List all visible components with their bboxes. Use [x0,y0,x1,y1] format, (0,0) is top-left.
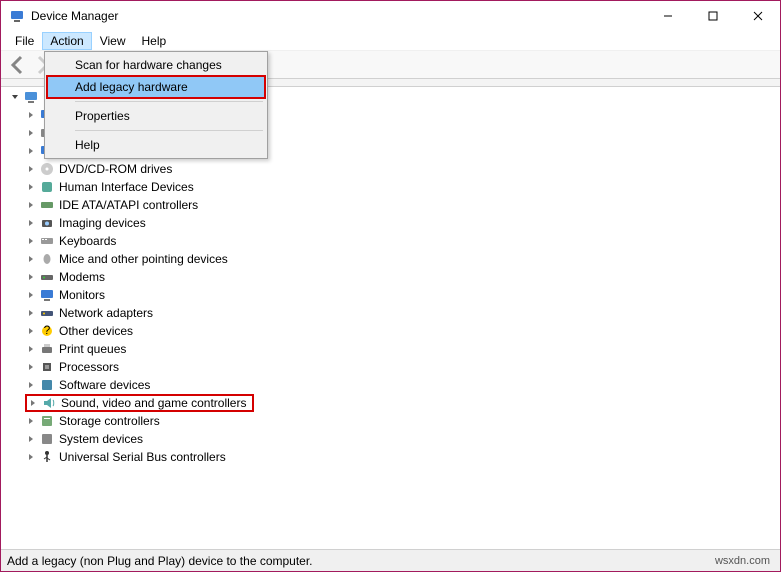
tree-node[interactable]: Software devices [7,376,774,394]
tree-node-label: Print queues [59,342,126,356]
status-text: Add a legacy (non Plug and Play) device … [7,554,313,568]
expander-closed-icon[interactable] [25,343,37,355]
disc-icon [39,161,55,177]
expander-closed-icon[interactable] [27,397,39,409]
close-button[interactable] [735,1,780,31]
tree-node[interactable]: IDE ATA/ATAPI controllers [7,196,774,214]
expander-closed-icon[interactable] [25,451,37,463]
maximize-button[interactable] [690,1,735,31]
action-dropdown: Scan for hardware changes Add legacy har… [44,51,268,159]
usb-icon [39,449,55,465]
dropdown-scan-hardware[interactable]: Scan for hardware changes [47,54,265,76]
app-icon [9,8,25,24]
computer-root-icon [23,89,39,105]
expander-closed-icon[interactable] [25,433,37,445]
expander-closed-icon[interactable] [25,145,37,157]
menu-help[interactable]: Help [134,32,175,50]
tree-node-label: Mice and other pointing devices [59,252,228,266]
hid-icon [39,179,55,195]
expander-closed-icon[interactable] [25,307,37,319]
monitor-icon [39,287,55,303]
back-button[interactable] [5,53,29,77]
tree-node[interactable]: Storage controllers [7,412,774,430]
tree-node-label: DVD/CD-ROM drives [59,162,172,176]
expander-closed-icon[interactable] [25,289,37,301]
tree-node-label: Universal Serial Bus controllers [59,450,226,464]
tree-node-label: Software devices [59,378,150,392]
tree-node-label: Sound, video and game controllers [61,396,246,410]
tree-node-label: Monitors [59,288,105,302]
menubar: File Action View Help [1,31,780,51]
tree-node-label: Modems [59,270,105,284]
tree-node-label: Human Interface Devices [59,180,194,194]
statusbar: Add a legacy (non Plug and Play) device … [1,549,780,571]
tree-node-label: Processors [59,360,119,374]
expander-open-icon[interactable] [9,91,21,103]
tree-node[interactable]: Sound, video and game controllers [7,394,774,412]
tree-node-label: Network adapters [59,306,153,320]
tree-node[interactable]: Monitors [7,286,774,304]
tree-node[interactable]: System devices [7,430,774,448]
sound-icon [41,395,57,411]
network-icon [39,305,55,321]
tree-node[interactable]: Network adapters [7,304,774,322]
expander-closed-icon[interactable] [25,181,37,193]
ide-icon [39,197,55,213]
tree-node[interactable]: Print queues [7,340,774,358]
tree-node[interactable]: Mice and other pointing devices [7,250,774,268]
menu-action[interactable]: Action [42,32,91,50]
software-icon [39,377,55,393]
window-title: Device Manager [31,9,118,23]
tree-node[interactable]: Imaging devices [7,214,774,232]
tree-node-label: Other devices [59,324,133,338]
tree-node-label: Imaging devices [59,216,146,230]
keyboard-icon [39,233,55,249]
expander-closed-icon[interactable] [25,361,37,373]
dropdown-help[interactable]: Help [47,134,265,156]
tree-node-label: Storage controllers [59,414,160,428]
expander-closed-icon[interactable] [25,217,37,229]
storage-icon [39,413,55,429]
svg-text:?: ? [44,323,51,337]
tree-node[interactable]: ? Other devices [7,322,774,340]
expander-closed-icon[interactable] [25,379,37,391]
dropdown-separator [75,130,263,131]
tree-node-label: System devices [59,432,143,446]
tree-node-label: Keyboards [59,234,116,248]
expander-closed-icon[interactable] [25,127,37,139]
minimize-button[interactable] [645,1,690,31]
expander-closed-icon[interactable] [25,163,37,175]
tree-node[interactable]: Modems [7,268,774,286]
system-icon [39,431,55,447]
menu-view[interactable]: View [92,32,134,50]
tree-node[interactable]: Human Interface Devices [7,178,774,196]
expander-closed-icon[interactable] [25,253,37,265]
tree-node[interactable]: Processors [7,358,774,376]
mouse-icon [39,251,55,267]
expander-closed-icon[interactable] [25,109,37,121]
modem-icon [39,269,55,285]
expander-closed-icon[interactable] [25,325,37,337]
other-icon: ? [39,323,55,339]
tree-node[interactable]: DVD/CD-ROM drives [7,160,774,178]
tree-node[interactable]: Universal Serial Bus controllers [7,448,774,466]
printer-icon [39,341,55,357]
tree-node[interactable]: Keyboards [7,232,774,250]
expander-closed-icon[interactable] [25,271,37,283]
dropdown-properties[interactable]: Properties [47,105,265,127]
titlebar: Device Manager [1,1,780,31]
expander-closed-icon[interactable] [25,199,37,211]
expander-closed-icon[interactable] [25,235,37,247]
camera-icon [39,215,55,231]
watermark: wsxdn.com [715,555,770,567]
expander-closed-icon[interactable] [25,415,37,427]
tree-node-label: IDE ATA/ATAPI controllers [59,198,198,212]
menu-file[interactable]: File [7,32,42,50]
dropdown-add-legacy-hardware[interactable]: Add legacy hardware [47,76,265,98]
cpu-icon [39,359,55,375]
dropdown-separator [75,101,263,102]
